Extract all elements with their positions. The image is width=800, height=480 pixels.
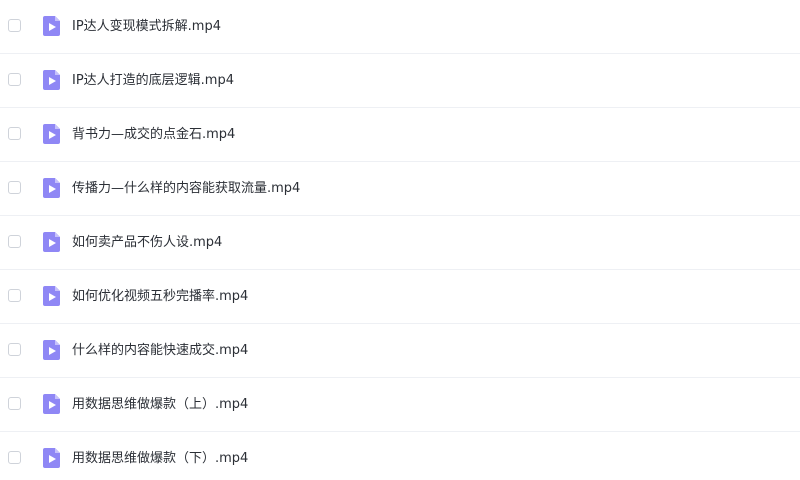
video-file-icon: [41, 285, 63, 307]
video-file-icon: [41, 15, 63, 37]
file-name[interactable]: 用数据思维做爆款（上）.mp4: [72, 395, 248, 415]
row-checkbox[interactable]: [8, 19, 21, 32]
row-checkbox[interactable]: [8, 181, 21, 194]
row-checkbox[interactable]: [8, 343, 21, 356]
file-row[interactable]: IP达人打造的底层逻辑.mp4: [0, 54, 800, 108]
file-row[interactable]: 如何优化视频五秒完播率.mp4: [0, 270, 800, 324]
file-row[interactable]: 用数据思维做爆款（上）.mp4: [0, 378, 800, 432]
video-file-icon: [41, 447, 63, 469]
file-row[interactable]: 背书力—成交的点金石.mp4: [0, 108, 800, 162]
video-file-icon: [41, 393, 63, 415]
file-list: IP达人变现模式拆解.mp4 IP达人打造的底层逻辑.mp4 背书力—成交的点金…: [0, 0, 800, 480]
row-checkbox[interactable]: [8, 235, 21, 248]
file-name[interactable]: 什么样的内容能快速成交.mp4: [72, 341, 248, 361]
video-file-icon: [41, 231, 63, 253]
row-checkbox[interactable]: [8, 127, 21, 140]
file-name[interactable]: 如何卖产品不伤人设.mp4: [72, 233, 222, 253]
row-checkbox[interactable]: [8, 397, 21, 410]
file-row[interactable]: IP达人变现模式拆解.mp4: [0, 0, 800, 54]
video-file-icon: [41, 177, 63, 199]
row-checkbox[interactable]: [8, 73, 21, 86]
file-name[interactable]: 传播力—什么样的内容能获取流量.mp4: [72, 179, 300, 199]
file-row[interactable]: 传播力—什么样的内容能获取流量.mp4: [0, 162, 800, 216]
video-file-icon: [41, 123, 63, 145]
row-checkbox[interactable]: [8, 451, 21, 464]
video-file-icon: [41, 339, 63, 361]
file-name[interactable]: 如何优化视频五秒完播率.mp4: [72, 287, 248, 307]
row-checkbox[interactable]: [8, 289, 21, 302]
file-name[interactable]: 背书力—成交的点金石.mp4: [72, 125, 235, 145]
video-file-icon: [41, 69, 63, 91]
file-row[interactable]: 什么样的内容能快速成交.mp4: [0, 324, 800, 378]
file-row[interactable]: 用数据思维做爆款（下）.mp4: [0, 432, 800, 480]
file-name[interactable]: IP达人打造的底层逻辑.mp4: [72, 71, 234, 91]
file-name[interactable]: 用数据思维做爆款（下）.mp4: [72, 449, 248, 469]
file-row[interactable]: 如何卖产品不伤人设.mp4: [0, 216, 800, 270]
file-name[interactable]: IP达人变现模式拆解.mp4: [72, 17, 221, 37]
